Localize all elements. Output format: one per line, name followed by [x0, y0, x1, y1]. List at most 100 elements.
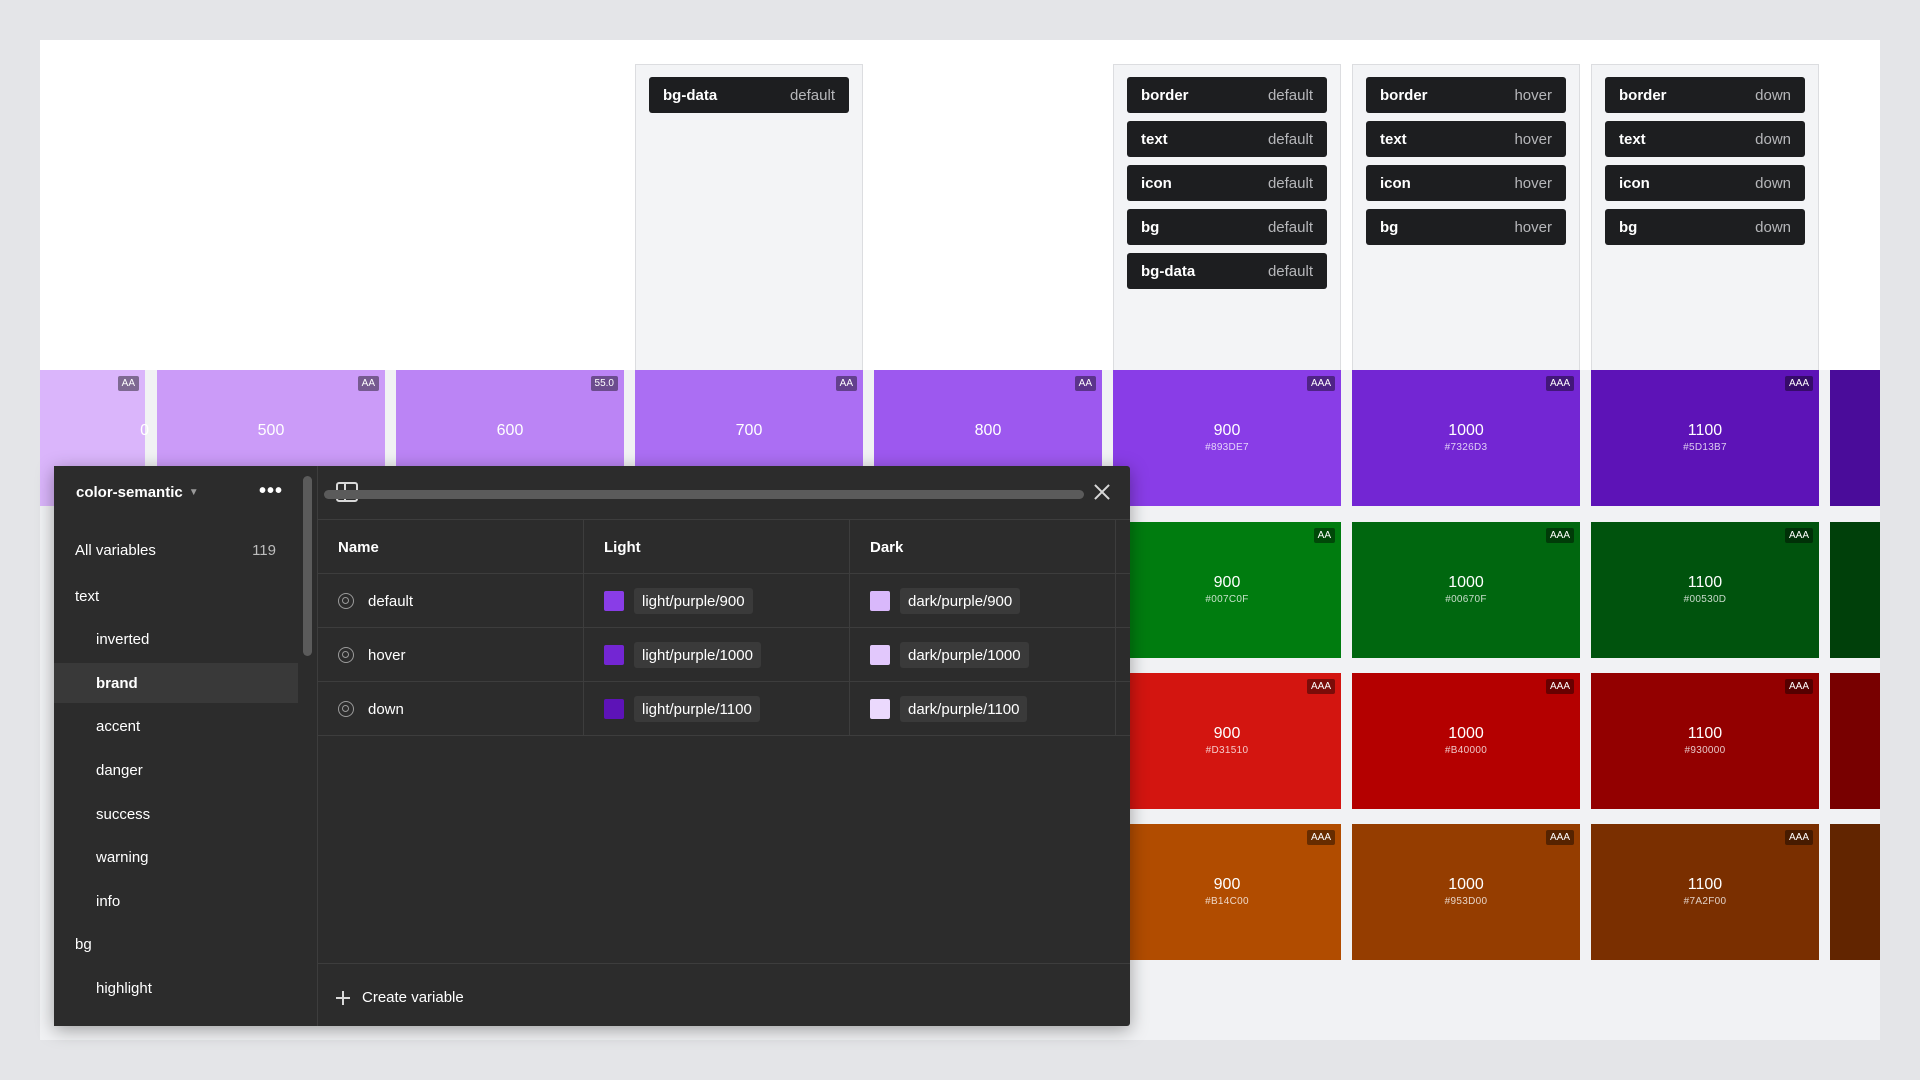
- color-swatch[interactable]: [1830, 824, 1880, 960]
- color-variable-icon: [338, 647, 354, 663]
- token-frame-900[interactable]: border default text default icon default bg…: [1113, 64, 1341, 406]
- color-swatch[interactable]: AAA 1100 #00530D: [1591, 522, 1819, 658]
- token-state: default: [1267, 218, 1313, 236]
- token-chip[interactable]: bg down: [1605, 209, 1805, 245]
- column-header-light: Light: [604, 538, 641, 556]
- sidebar-group-label: info: [96, 892, 121, 910]
- token-state: default: [1267, 174, 1313, 192]
- color-swatch[interactable]: AAA 1000 #953D00: [1352, 824, 1580, 960]
- sidebar-group-item[interactable]: highlight: [54, 968, 298, 1008]
- sidebar-scrollbar[interactable]: [303, 476, 312, 656]
- light-value-swatch[interactable]: [604, 591, 624, 611]
- color-swatch[interactable]: AA 900 #007C0F: [1113, 522, 1341, 658]
- token-chip[interactable]: border hover: [1366, 77, 1566, 113]
- sidebar-group-item[interactable]: brand: [54, 663, 298, 704]
- sidebar-group-item[interactable]: bg: [54, 925, 298, 965]
- token-chip[interactable]: bg hover: [1366, 209, 1566, 245]
- light-value-chip[interactable]: light/purple/1000: [634, 642, 761, 668]
- color-swatch[interactable]: [1830, 522, 1880, 658]
- token-name: bg: [1141, 218, 1160, 236]
- token-chip[interactable]: border default: [1127, 77, 1327, 113]
- token-chip[interactable]: icon hover: [1366, 165, 1566, 201]
- token-state: down: [1755, 130, 1791, 148]
- color-swatch[interactable]: AAA 1000 #7326D3: [1352, 370, 1580, 506]
- light-value-chip[interactable]: light/purple/1100: [634, 696, 760, 722]
- color-swatch[interactable]: [1830, 673, 1880, 809]
- dark-value-chip[interactable]: dark/purple/900: [900, 588, 1021, 614]
- swatch-hex: #7326D3: [1444, 442, 1488, 453]
- color-variable-icon: [338, 593, 354, 609]
- swatch-hex: #5D13B7: [1683, 442, 1727, 453]
- swatch-hex: #B14C00: [1205, 896, 1249, 907]
- color-swatch[interactable]: AAA 1000 #00670F: [1352, 522, 1580, 658]
- dark-value-swatch[interactable]: [870, 645, 890, 665]
- token-chip[interactable]: text hover: [1366, 121, 1566, 157]
- table-header: Name Light Dark: [318, 520, 1130, 574]
- variable-name[interactable]: default: [368, 593, 413, 610]
- contrast-badge: AAA: [1545, 679, 1574, 694]
- token-state: default: [789, 86, 835, 104]
- contrast-badge: 55.0: [590, 376, 618, 391]
- swatch-step: 900: [1213, 876, 1241, 893]
- dark-value-chip[interactable]: dark/purple/1000: [900, 642, 1029, 668]
- table-row[interactable]: hover light/purple/1000 dark/purple/1000: [318, 628, 1130, 682]
- token-name: border: [1141, 86, 1189, 104]
- chevron-down-icon: ▼: [188, 487, 199, 498]
- variables-panel: color-semantic ▼ ••• All variables 119 t…: [54, 466, 1130, 1026]
- light-value-swatch[interactable]: [604, 699, 624, 719]
- sidebar-group-item[interactable]: accent: [54, 707, 298, 747]
- token-chip[interactable]: icon default: [1127, 165, 1327, 201]
- token-frame-700[interactable]: bg-data default: [635, 64, 863, 406]
- close-icon[interactable]: [1090, 480, 1114, 504]
- color-swatch[interactable]: AAA 1100 #930000: [1591, 673, 1819, 809]
- swatch-hex: #00670F: [1445, 594, 1487, 605]
- token-chip[interactable]: bg-data default: [1127, 253, 1327, 289]
- all-variables-item[interactable]: All variables 119: [54, 530, 298, 570]
- dark-value-swatch[interactable]: [870, 591, 890, 611]
- collection-sidebar: color-semantic ▼ ••• All variables 119 t…: [54, 466, 298, 1026]
- sidebar-group-label: bg: [75, 936, 92, 954]
- color-swatch[interactable]: [1830, 370, 1880, 506]
- token-name: icon: [1380, 174, 1411, 192]
- table-horizontal-scrollbar[interactable]: [324, 490, 1084, 499]
- sidebar-group-item[interactable]: inverted: [54, 620, 298, 660]
- token-frame-1000[interactable]: border hover text hover icon hover bg hover: [1352, 64, 1580, 406]
- swatch-hex: #00530D: [1683, 594, 1727, 605]
- more-options-icon[interactable]: •••: [259, 480, 283, 503]
- token-chip[interactable]: icon down: [1605, 165, 1805, 201]
- variable-name[interactable]: down: [368, 701, 404, 718]
- contrast-badge: AAA: [1784, 830, 1813, 845]
- color-swatch[interactable]: AAA 900 #D31510: [1113, 673, 1341, 809]
- token-chip[interactable]: text down: [1605, 121, 1805, 157]
- sidebar-group-item[interactable]: text: [54, 576, 298, 616]
- table-row[interactable]: default light/purple/900 dark/purple/900: [318, 574, 1130, 628]
- dark-value-swatch[interactable]: [870, 699, 890, 719]
- sidebar-group-item[interactable]: danger: [54, 750, 298, 790]
- sidebar-group-label: brand: [96, 674, 138, 692]
- swatch-step: 700: [735, 422, 763, 439]
- color-swatch[interactable]: AAA 900 #893DE7: [1113, 370, 1341, 506]
- variable-name[interactable]: hover: [368, 647, 406, 664]
- sidebar-group-item[interactable]: warning: [54, 838, 298, 878]
- sidebar-group-item[interactable]: success: [54, 794, 298, 834]
- table-row[interactable]: down light/purple/1100 dark/purple/1100: [318, 682, 1130, 736]
- create-variable-button[interactable]: Create variable: [336, 989, 464, 1006]
- color-swatch[interactable]: AAA 1000 #B40000: [1352, 673, 1580, 809]
- color-swatch[interactable]: AAA 1100 #5D13B7: [1591, 370, 1819, 506]
- token-chip[interactable]: text default: [1127, 121, 1327, 157]
- token-chip[interactable]: bg-data default: [649, 77, 849, 113]
- color-swatch[interactable]: AAA 1100 #7A2F00: [1591, 824, 1819, 960]
- token-chip[interactable]: bg default: [1127, 209, 1327, 245]
- light-value-swatch[interactable]: [604, 645, 624, 665]
- swatch-step: 1100: [1687, 574, 1723, 591]
- swatch-step: 1000: [1448, 725, 1484, 742]
- dark-value-chip[interactable]: dark/purple/1100: [900, 696, 1028, 722]
- token-state: hover: [1514, 130, 1552, 148]
- token-chip[interactable]: border down: [1605, 77, 1805, 113]
- collection-selector[interactable]: color-semantic ▼: [76, 484, 199, 501]
- light-value-chip[interactable]: light/purple/900: [634, 588, 753, 614]
- token-frame-1100[interactable]: border down text down icon down bg down: [1591, 64, 1819, 406]
- swatch-step: 900: [1213, 725, 1241, 742]
- sidebar-group-item[interactable]: info: [54, 881, 298, 921]
- color-swatch[interactable]: AAA 900 #B14C00: [1113, 824, 1341, 960]
